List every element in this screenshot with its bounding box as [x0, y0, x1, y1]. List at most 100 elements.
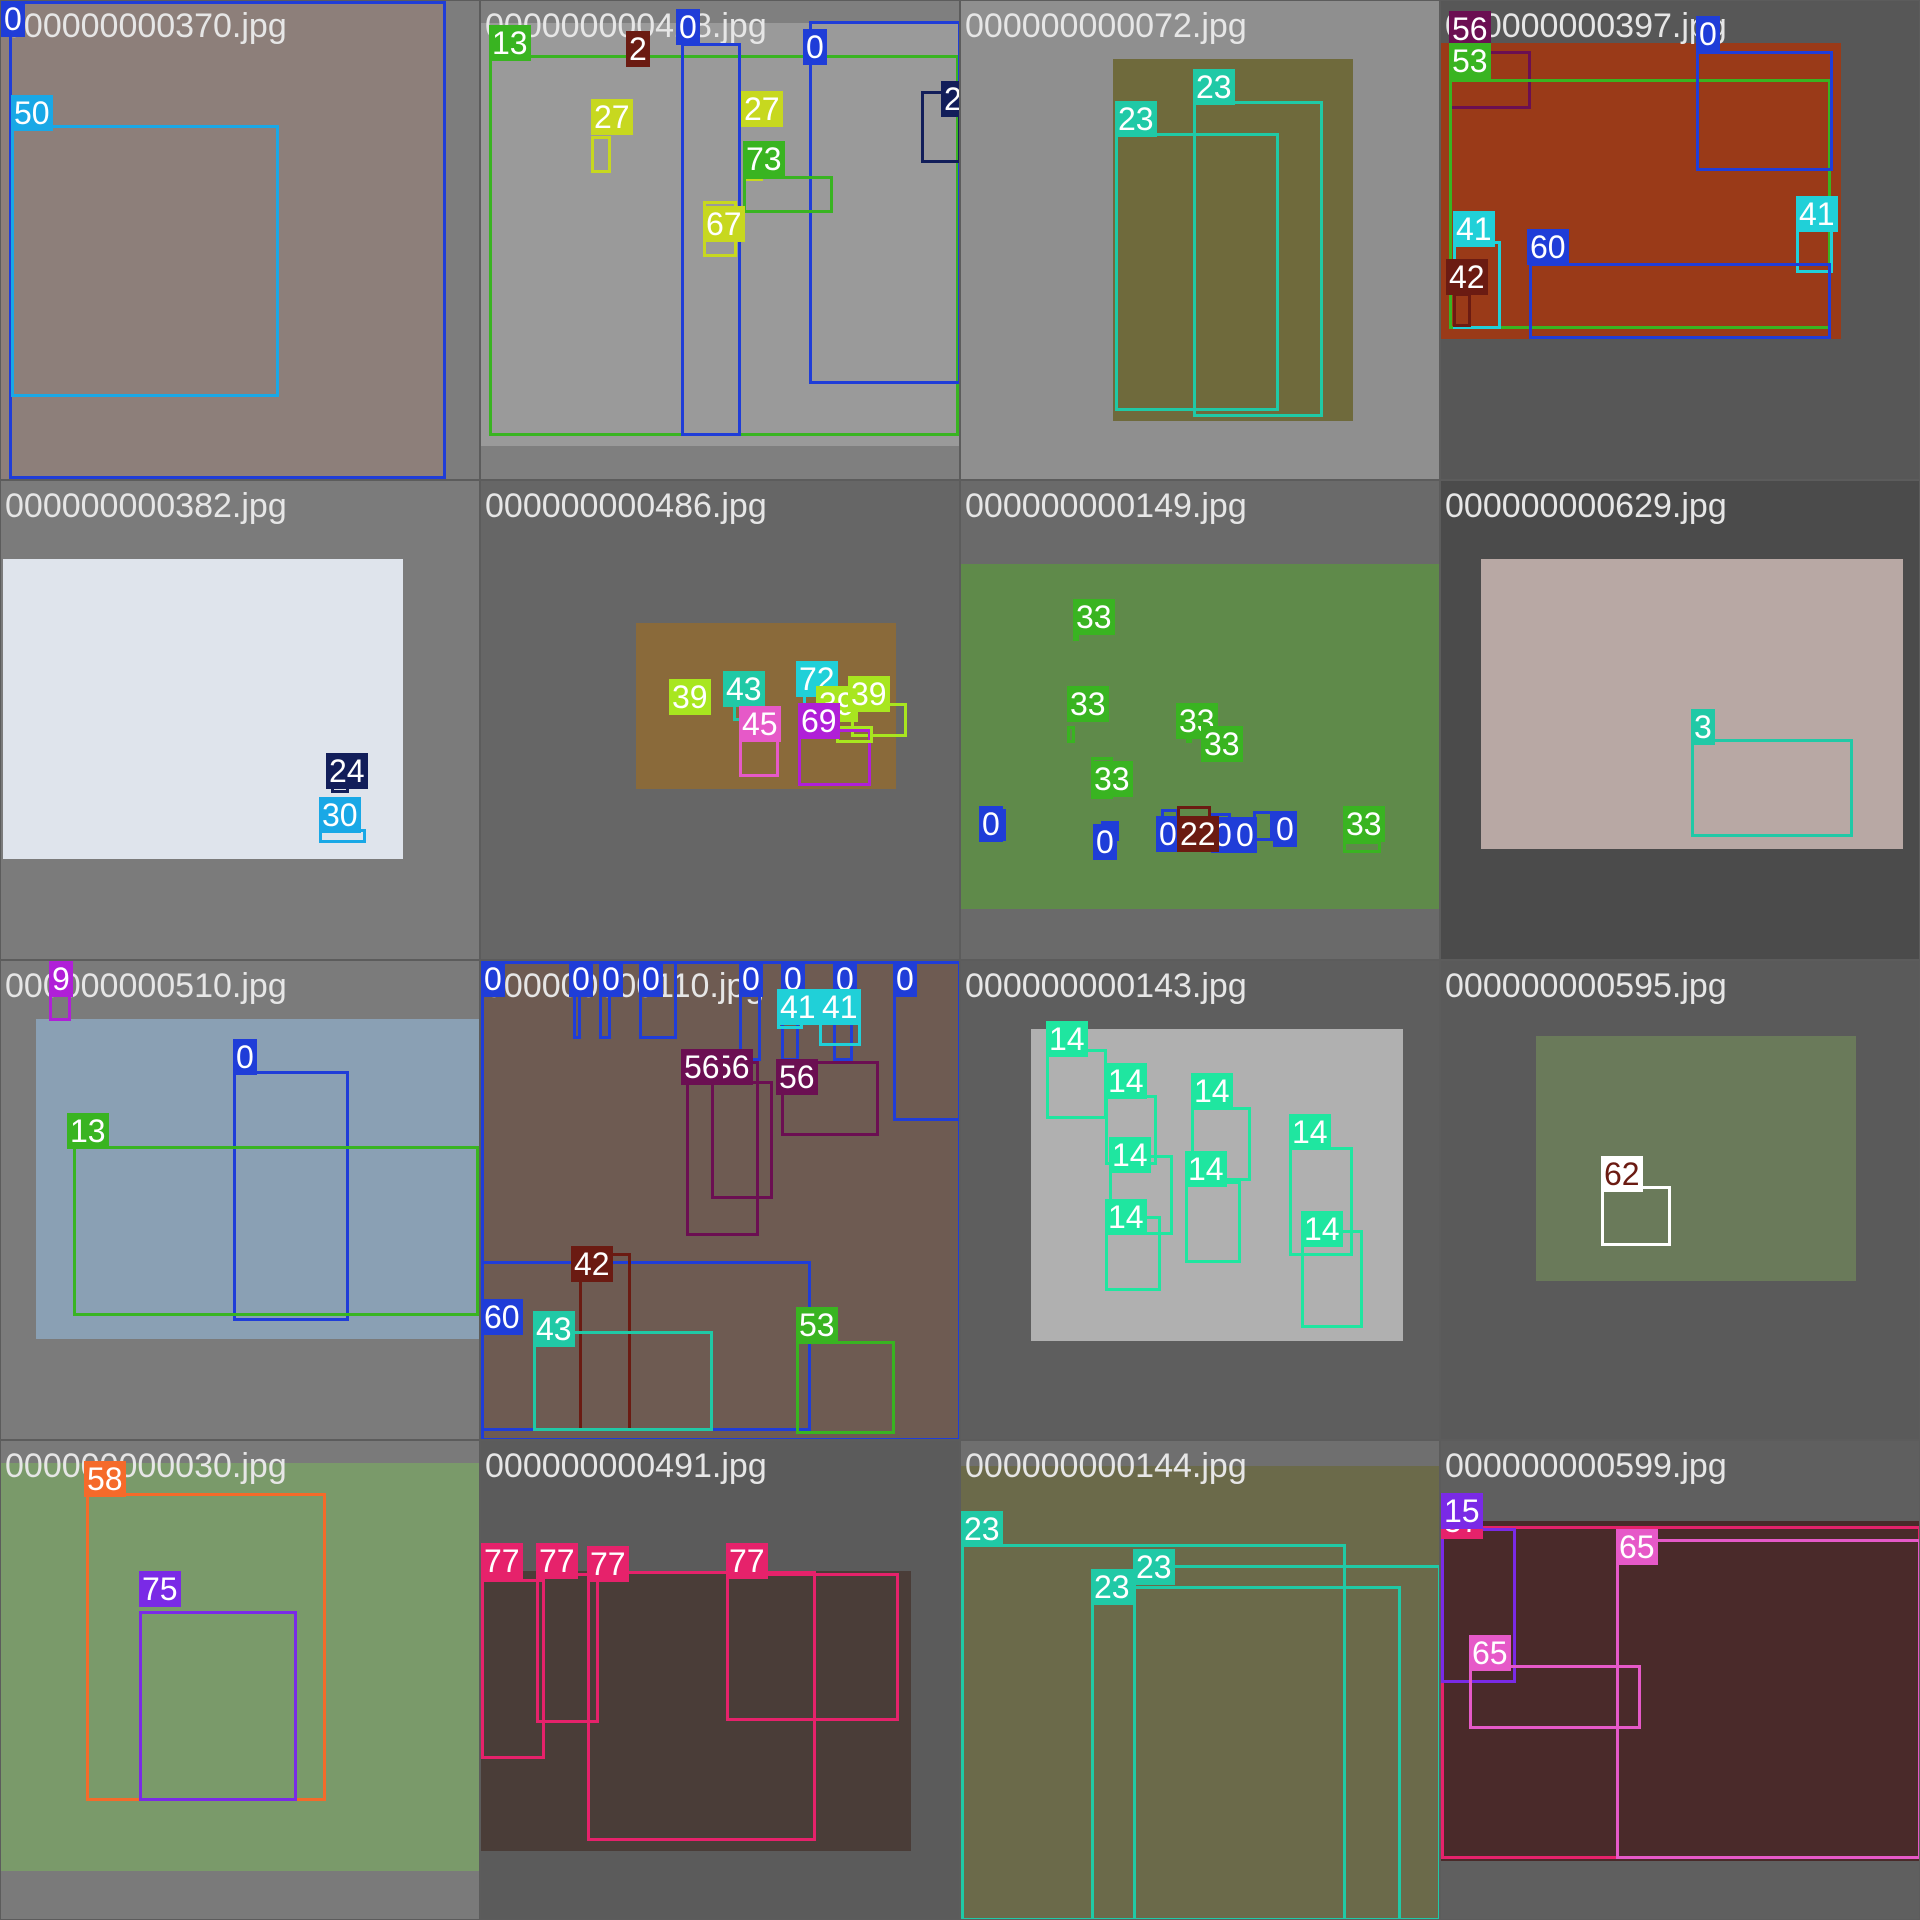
- detection-label: 0: [1273, 811, 1297, 847]
- mosaic-tile: 000000000510.jpg 9 0 13: [0, 960, 480, 1440]
- detection-label: 41: [1796, 196, 1838, 232]
- detection-box: [1046, 1049, 1107, 1119]
- detection-label: 0: [803, 29, 827, 65]
- detection-label: 41: [819, 989, 861, 1025]
- detection-box: [139, 1611, 297, 1801]
- detection-label: 73: [743, 141, 785, 177]
- detection-label: 65: [1469, 1635, 1511, 1671]
- detection-box: [591, 136, 611, 173]
- detection-label: 75: [139, 1571, 181, 1607]
- mosaic-tile: 000000000491.jpg 77 77 77 77: [480, 1440, 960, 1920]
- detection-box: [1193, 101, 1323, 417]
- detection-label: 0: [233, 1039, 257, 1075]
- detection-label: 3: [1691, 709, 1715, 745]
- mosaic-tile: 000000000629.jpg 3: [1440, 480, 1920, 960]
- tile-filename: 000000000491.jpg: [485, 1447, 767, 1485]
- detection-box: [836, 726, 873, 743]
- tile-filename: 000000000510.jpg: [5, 967, 287, 1005]
- detection-label: 14: [1105, 1063, 1147, 1099]
- detection-label: 77: [726, 1543, 768, 1579]
- detection-label: 43: [533, 1311, 575, 1347]
- detection-label: 60: [481, 1299, 523, 1335]
- detection-label: 27: [741, 91, 783, 127]
- detection-label: 30: [319, 797, 361, 833]
- mosaic-tile: 000000000110.jpg 0 0 0 0 0 0 0 0 56 41 41 56 56 60 42 53…: [480, 960, 960, 1440]
- detection-box: [1529, 263, 1831, 339]
- detection-box: [1616, 1539, 1919, 1859]
- detection-box: [1133, 1565, 1439, 1919]
- detection-label: 33: [1343, 806, 1385, 842]
- detection-label: 14: [1191, 1073, 1233, 1109]
- detection-label: 23: [1091, 1569, 1133, 1605]
- tile-filename: 000000000599.jpg: [1445, 1447, 1727, 1485]
- detection-label: 14: [1046, 1021, 1088, 1057]
- detection-label: 14: [1289, 1114, 1331, 1150]
- detection-label: 23: [1133, 1549, 1175, 1585]
- detection-label: 53: [1449, 43, 1491, 79]
- mosaic-tile: 000000000599.jpg57156565: [1440, 1440, 1920, 1920]
- detection-label: 0: [481, 961, 505, 997]
- mosaic-grid: 000000000370.jpg 0 50 000000000428.jpg 13 2 0 0…: [0, 0, 1920, 1920]
- detection-label: 69: [798, 703, 840, 739]
- tile-filename: 000000000382.jpg: [5, 487, 287, 525]
- detection-label: 77: [481, 1543, 523, 1579]
- detection-label: 14: [1109, 1137, 1151, 1173]
- detection-label: 0: [1696, 16, 1720, 52]
- mosaic-tile: 000000000072.jpg 23 23: [960, 0, 1440, 480]
- detection-label: 23: [1193, 69, 1235, 105]
- detection-label: 15: [1441, 1493, 1483, 1529]
- tile-filename: 000000000072.jpg: [965, 7, 1247, 45]
- detection-box: [1469, 1665, 1641, 1729]
- detection-label: 9: [49, 961, 73, 997]
- detection-label: 33: [1067, 686, 1109, 722]
- detection-label: 0: [1, 1, 25, 37]
- detection-label: 41: [777, 989, 819, 1025]
- detection-label: 13: [67, 1113, 109, 1149]
- tile-filename: 000000000629.jpg: [1445, 487, 1727, 525]
- detection-label: 56: [1449, 11, 1491, 47]
- mosaic-tile: 000000000149.jpg 33 33 33 33 33 33 0 0 0 0 0 0 22: [960, 480, 1440, 960]
- tile-photo: [1536, 1036, 1856, 1281]
- detection-label: 13: [489, 25, 531, 61]
- detection-label: 42: [571, 1246, 613, 1282]
- detection-label: 39: [669, 679, 711, 715]
- mosaic-tile: 000000000486.jpg39437239456939: [480, 480, 960, 960]
- detection-label: 33: [1091, 761, 1133, 797]
- detection-box: [1691, 739, 1853, 837]
- detection-label: 65: [1616, 1529, 1658, 1565]
- mosaic-tile: 000000000030.jpg 58 75: [0, 1440, 480, 1920]
- detection-label: 14: [1301, 1211, 1343, 1247]
- mosaic-tile: 000000000428.jpg132002727736724: [480, 0, 960, 480]
- detection-box: [726, 1573, 899, 1721]
- detection-box: [1453, 293, 1471, 327]
- tile-filename: 000000000486.jpg: [485, 487, 767, 525]
- detection-box: [796, 1341, 895, 1434]
- detection-label: 0: [569, 961, 593, 997]
- detection-label: 33: [1201, 726, 1243, 762]
- detection-label: 77: [587, 1546, 629, 1582]
- detection-label: 53: [796, 1307, 838, 1343]
- detection-label: 0: [1093, 824, 1117, 860]
- detection-label: 67: [703, 206, 745, 242]
- detection-box: [73, 1146, 479, 1316]
- detection-label: 56: [776, 1059, 818, 1095]
- tile-filename: 000000000149.jpg: [965, 487, 1247, 525]
- mosaic-tile: 000000000595.jpg 62: [1440, 960, 1920, 1440]
- detection-label: 56: [681, 1049, 723, 1085]
- detection-box: [1343, 841, 1381, 853]
- detection-label: 45: [739, 706, 781, 742]
- detection-label: 42: [1446, 259, 1488, 295]
- detection-label: 24: [326, 753, 368, 789]
- tile-filename: 000000000143.jpg: [965, 967, 1247, 1005]
- detection-label: 0: [893, 961, 917, 997]
- detection-label: 24: [941, 81, 959, 117]
- mosaic-tile: 000000000397.jpg 56 53 0 41 41 60 42: [1440, 0, 1920, 480]
- detection-label: 23: [1115, 101, 1157, 137]
- mosaic-tile: 000000000382.jpg 24 30: [0, 480, 480, 960]
- detection-label: 0: [1233, 817, 1257, 853]
- detection-label: 22: [1177, 816, 1219, 852]
- detection-label: 60: [1527, 229, 1569, 265]
- detection-box: [1185, 1181, 1241, 1263]
- detection-label: 77: [536, 1543, 578, 1579]
- detection-box: [686, 1061, 759, 1236]
